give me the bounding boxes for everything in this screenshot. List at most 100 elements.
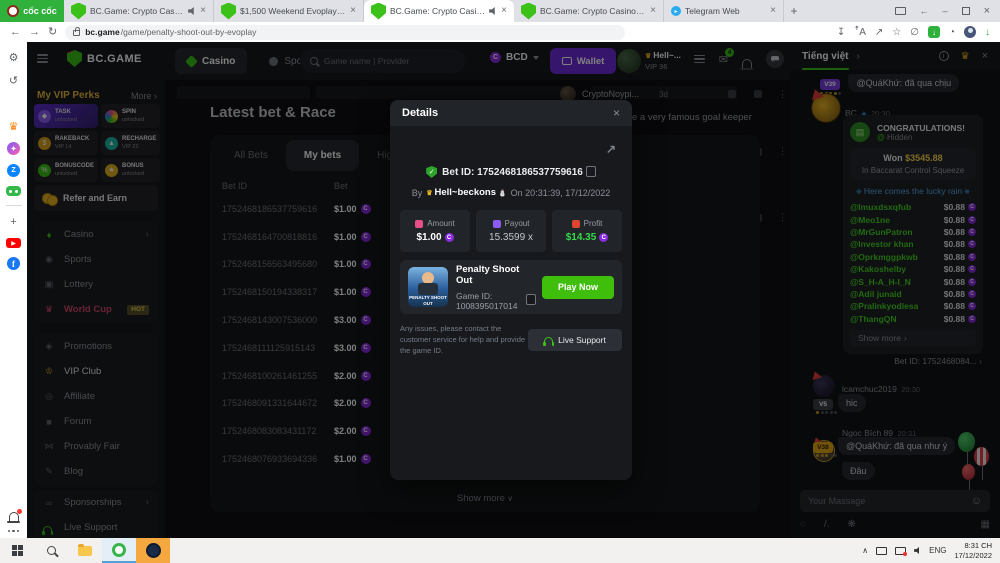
game-thumbnail[interactable]: PENALTY SHOOT OUT [408, 267, 448, 307]
boss-key-icon[interactable]: ← [920, 6, 929, 16]
tab-close-icon[interactable]: × [350, 6, 356, 16]
add-shortcut-icon[interactable]: + [7, 215, 21, 229]
back-icon[interactable]: ← [10, 27, 21, 38]
tab-close-icon[interactable]: × [501, 6, 507, 16]
bcgame-favicon [221, 3, 236, 20]
forward-icon[interactable]: → [29, 27, 40, 38]
stat-profit: Profit $14.35 [552, 210, 622, 252]
coccoc-brand[interactable]: cốc cốc [0, 0, 64, 22]
url-path: /game/penalty-shoot-out-by-evoplay [121, 27, 257, 37]
browser-tab-3-active[interactable]: BC.Game: Crypto Casino × [364, 0, 514, 22]
audio-playing-icon [489, 7, 497, 15]
save-page-icon[interactable]: ↧ [837, 27, 845, 38]
facebook-icon[interactable]: f [7, 257, 20, 270]
tab-close-icon[interactable]: × [770, 6, 776, 16]
coccoc-logo-icon [7, 5, 19, 17]
downloads-icon[interactable]: ↓ [985, 27, 990, 38]
urlbar-actions: ↧ ꜛA ↗ ☆ ∅ ↓ ◔ ↓ [837, 26, 990, 38]
coccoc-side-strip: ⚙ ↺ ♛ ✦ Z + ▶ f [0, 42, 27, 538]
support-note: Any issues, please contact the customer … [400, 324, 528, 357]
tab-title: BC.Game: Crypto Casino [390, 6, 485, 16]
more-menu-icon[interactable] [8, 530, 20, 533]
url-domain: bc.game [85, 27, 120, 37]
translate-icon[interactable]: ꜛA [854, 27, 866, 38]
modal-header: Details × [390, 100, 632, 126]
browser-tab-4[interactable]: BC.Game: Crypto Casino Gam× [514, 0, 664, 22]
games-icon[interactable] [6, 186, 21, 196]
extension-icon[interactable]: ◔ [949, 27, 955, 38]
stat-payout: Payout 15.3599 x [476, 210, 546, 252]
payout-icon [493, 220, 501, 228]
bet-by-row: By Hell~beckons On 20:31:39, 17/12/2022 [390, 187, 632, 198]
headset-icon [544, 337, 553, 343]
close-button[interactable]: × [984, 5, 990, 17]
copy-icon[interactable] [588, 168, 596, 177]
reload-icon[interactable]: ↻ [48, 27, 57, 38]
browser-tab-5[interactable]: ▸Telegram Web× [664, 0, 784, 22]
bcd-coin-icon [599, 233, 608, 242]
bet-stats: Amount $1.00 Payout 15.3599 x Profit $14… [400, 210, 622, 252]
tray-screenshare-icon[interactable] [895, 547, 906, 555]
bcd-coin-icon [445, 233, 454, 242]
tray-expand-icon[interactable]: ∧ [862, 546, 868, 555]
download-manager-icon[interactable]: ↓ [928, 26, 940, 38]
browser-url-bar: ← → ↻ bc.game/game/penalty-shoot-out-by-… [0, 22, 1000, 42]
taskbar-coccoc-icon[interactable] [102, 538, 136, 563]
profit-icon [572, 220, 580, 228]
thumb-caption: PENALTY SHOOT OUT [408, 295, 448, 306]
tray-display-icon[interactable] [876, 547, 887, 555]
share-icon[interactable]: ↗ [875, 27, 883, 38]
tray-volume-icon[interactable] [914, 547, 921, 554]
youtube-icon[interactable]: ▶ [6, 238, 21, 248]
goalkeeper-body [418, 283, 438, 295]
taskbar-search-icon[interactable] [34, 538, 68, 563]
game-name: Penalty Shoot Out [456, 264, 534, 286]
address-field[interactable]: bc.game/game/penalty-shoot-out-by-evopla… [65, 25, 625, 40]
crown-icon[interactable]: ♛ [7, 119, 21, 133]
verified-shield-icon [426, 166, 437, 178]
profile-icon[interactable] [964, 26, 976, 38]
support-note-row: Any issues, please contact the customer … [400, 324, 622, 357]
settings-gear-icon[interactable]: ⚙ [7, 50, 21, 64]
notification-bell-icon[interactable] [9, 512, 19, 521]
file-explorer-icon[interactable] [68, 538, 102, 563]
bcgame-favicon [371, 3, 386, 20]
minimize-button[interactable]: – [943, 6, 948, 16]
maximize-button[interactable] [962, 7, 970, 15]
modal-close-icon[interactable]: × [613, 106, 620, 120]
lock-icon [73, 30, 80, 36]
zalo-icon[interactable]: Z [7, 164, 20, 177]
copy-icon[interactable] [528, 296, 534, 305]
browser-tab-1[interactable]: BC.Game: Crypto Casino × [64, 0, 214, 22]
messenger-icon[interactable]: ✦ [7, 142, 20, 155]
bcgame-favicon [521, 3, 536, 20]
bet-details-modal: Details × ↗ Bet ID: 1752468186537759616 … [390, 100, 632, 480]
audio-playing-icon [188, 7, 196, 15]
window-controls: ← – × [885, 0, 1000, 22]
feed-icon[interactable] [8, 96, 19, 110]
modal-bet-id: Bet ID: 1752468186537759616 [442, 167, 583, 178]
play-now-button[interactable]: Play Now [542, 276, 614, 299]
amount-icon [415, 220, 423, 228]
tab-title: BC.Game: Crypto Casino [90, 6, 184, 16]
tab-close-icon[interactable]: × [650, 6, 656, 16]
tray-language[interactable]: ENG [929, 546, 946, 555]
taskbar-active-app-icon[interactable] [136, 538, 170, 563]
browser-tab-2[interactable]: $1,500 Weekend Evoplay Mu× [214, 0, 364, 22]
cast-icon[interactable] [895, 7, 906, 15]
new-tab-button[interactable]: + [784, 0, 804, 22]
bet-id-row: Bet ID: 1752468186537759616 [390, 166, 632, 178]
tray-clock[interactable]: 8:31 CH 17/12/2022 [954, 541, 992, 561]
player-name[interactable]: Hell~beckons [426, 187, 506, 198]
adblock-shield-icon[interactable]: ∅ [910, 27, 919, 38]
notification-dot [17, 509, 22, 514]
start-button[interactable] [0, 538, 34, 563]
coccoc-brand-label: cốc cốc [23, 6, 57, 16]
tab-close-icon[interactable]: × [200, 6, 206, 16]
windows-taskbar: ∧ ENG 8:31 CH 17/12/2022 [0, 538, 1000, 563]
history-icon[interactable]: ↺ [7, 73, 21, 87]
live-support-button[interactable]: Live Support [528, 329, 622, 351]
bookmark-star-icon[interactable]: ☆ [892, 27, 901, 38]
share-bet-icon[interactable]: ↗ [606, 142, 616, 156]
game-id: Game ID: 1008395017014 [456, 291, 523, 311]
